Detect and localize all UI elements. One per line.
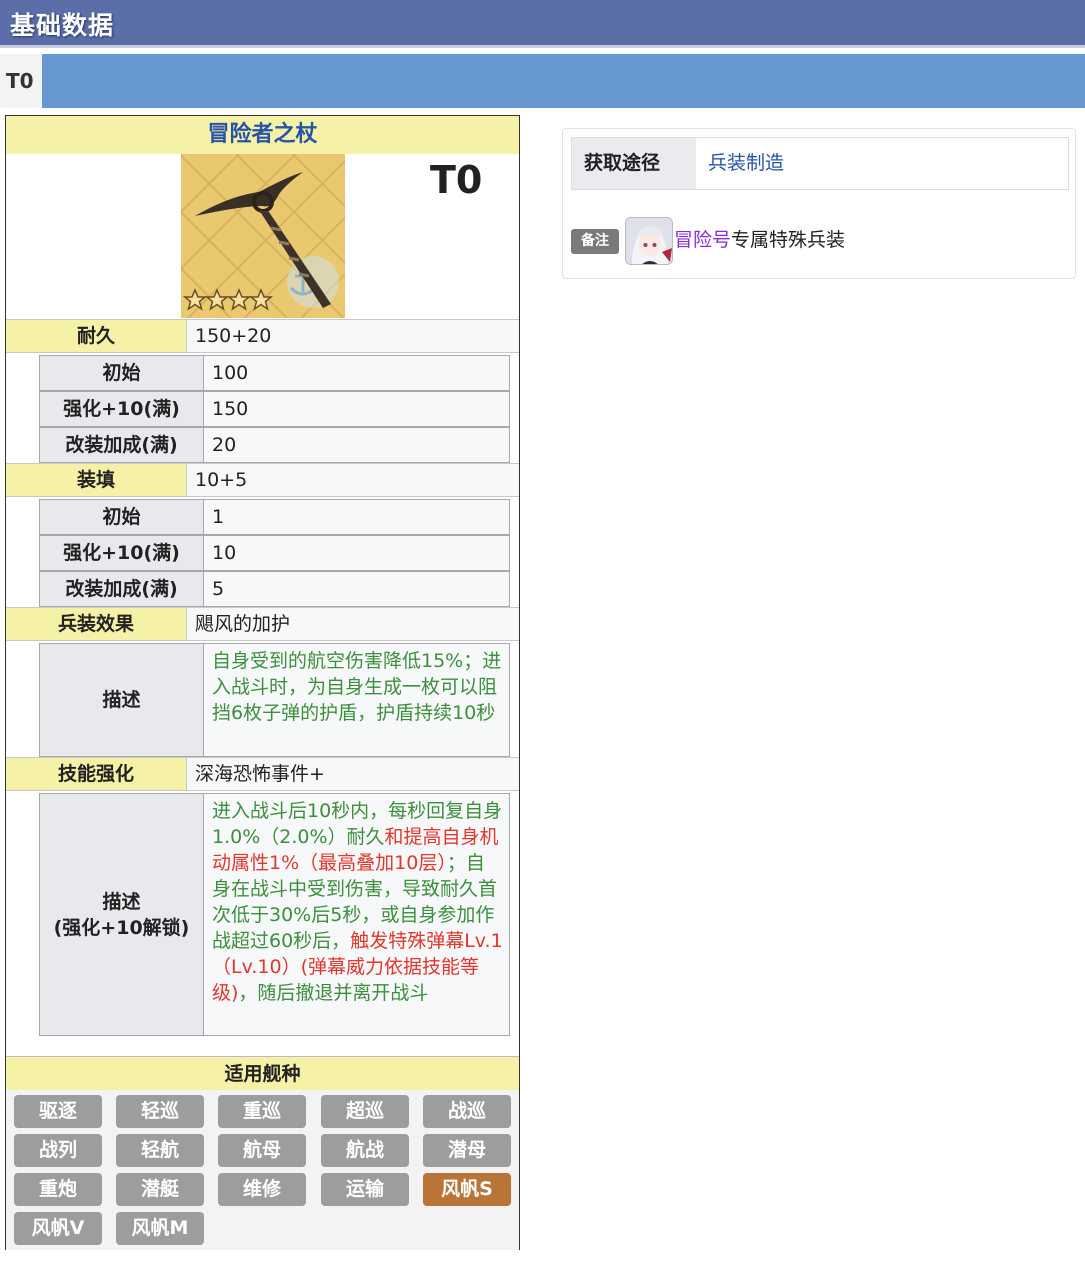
effect-description-label: 描述 xyxy=(40,644,204,756)
acquire-row: 获取途径 兵装制造 xyxy=(571,137,1069,190)
durability-base-value: 100 xyxy=(204,356,509,390)
skill-description-row: 描述 (强化+10解锁) 进入战斗后10秒内，每秒回复自身1.0%（2.0%）耐… xyxy=(39,793,510,1036)
skill-description-label-line1: 描述 xyxy=(102,890,141,913)
acquire-link[interactable]: 兵装制造 xyxy=(696,138,1068,189)
durability-base-row: 初始 100 xyxy=(39,355,510,391)
section-title: 基础数据 xyxy=(10,11,115,40)
rarity-stars-icon xyxy=(183,288,273,311)
skill-label: 技能强化 xyxy=(6,758,186,790)
ship-type-button[interactable]: 风帆V xyxy=(14,1212,102,1245)
durability-value: 150+20 xyxy=(186,320,519,352)
ship-type-button[interactable]: 重巡 xyxy=(218,1095,306,1128)
ship-type-button[interactable]: 轻巡 xyxy=(116,1095,204,1128)
reload-row: 装填 10+5 xyxy=(6,463,519,497)
ship-type-button[interactable]: 潜艇 xyxy=(116,1173,204,1206)
effect-row: 兵装效果 飓风的加护 xyxy=(6,607,519,641)
ship-type-button[interactable]: 战列 xyxy=(14,1134,102,1167)
reload-enhance-value: 10 xyxy=(204,536,509,570)
durability-enhance-row: 强化+10(满) 150 xyxy=(39,391,510,427)
skill-description-text: 进入战斗后10秒内，每秒回复自身1.0%（2.0%）耐久和提高自身机动属性1%（… xyxy=(204,794,509,1035)
tier-bar xyxy=(42,54,1085,108)
reload-mod-row: 改装加成(满) 5 xyxy=(39,571,510,607)
ship-type-button[interactable]: 潜母 xyxy=(423,1134,511,1167)
reload-enhance-row: 强化+10(满) 10 xyxy=(39,535,510,571)
reload-enhance-label: 强化+10(满) xyxy=(40,536,204,570)
skill-description-label: 描述 (强化+10解锁) xyxy=(40,794,204,1035)
ship-type-button[interactable]: 轻航 xyxy=(116,1134,204,1167)
skill-value: 深海恐怖事件+ xyxy=(186,758,519,790)
ship-type-button[interactable]: 重炮 xyxy=(14,1173,102,1206)
equipment-name: 冒险者之杖 xyxy=(6,116,519,154)
ship-type-button[interactable]: 航战 xyxy=(321,1134,409,1167)
reload-label: 装填 xyxy=(6,464,186,496)
ship-type-button-active[interactable]: 风帆S xyxy=(423,1173,511,1206)
durability-base-label: 初始 xyxy=(40,356,204,390)
equipment-image xyxy=(181,154,345,318)
tier-label: T0 xyxy=(6,69,34,93)
equipment-tier: T0 xyxy=(430,158,483,202)
ship-type-button[interactable]: 航母 xyxy=(218,1134,306,1167)
section-header: 基础数据 xyxy=(0,0,1085,48)
character-avatar-icon xyxy=(626,218,672,264)
reload-base-row: 初始 1 xyxy=(39,499,510,535)
ship-avatar[interactable] xyxy=(625,217,673,265)
ship-type-button[interactable]: 超巡 xyxy=(321,1095,409,1128)
durability-label: 耐久 xyxy=(6,320,186,352)
note-badge: 备注 xyxy=(571,229,619,254)
durability-mod-value: 20 xyxy=(204,428,509,462)
equipment-card: 冒险者之杖 T0 耐久 1 50+20 初始 100 强化+10(满) 150 改… xyxy=(5,115,520,1250)
skill-row: 技能强化 深海恐怖事件+ xyxy=(6,757,519,791)
durability-enhance-label: 强化+10(满) xyxy=(40,392,204,426)
ship-type-button[interactable]: 驱逐 xyxy=(14,1095,102,1128)
acquire-label: 获取途径 xyxy=(572,138,696,189)
ship-type-button[interactable]: 战巡 xyxy=(423,1095,511,1128)
acquisition-panel: 获取途径 兵装制造 备注 冒险号专属特殊兵装 xyxy=(562,128,1076,279)
reload-mod-value: 5 xyxy=(204,572,509,606)
note-text: 冒险号专属特殊兵装 xyxy=(674,227,845,253)
durability-mod-label: 改装加成(满) xyxy=(40,428,204,462)
note-suffix: 专属特殊兵装 xyxy=(731,229,846,251)
effect-value: 飓风的加护 xyxy=(186,608,519,640)
reload-mod-label: 改装加成(满) xyxy=(40,572,204,606)
skill-desc-segment-5: ，随后撤退并离开战斗 xyxy=(238,982,429,1004)
durability-mod-row: 改装加成(满) 20 xyxy=(39,427,510,463)
ship-type-button[interactable]: 维修 xyxy=(218,1173,306,1206)
ship-types-header: 适用舰种 xyxy=(6,1056,519,1090)
skill-description-label-line2: (强化+10解锁) xyxy=(53,916,190,939)
ship-type-button[interactable]: 风帆M xyxy=(116,1212,204,1245)
durability-row: 耐久 150+20 xyxy=(6,319,519,353)
reload-base-value: 1 xyxy=(204,500,509,534)
effect-label: 兵装效果 xyxy=(6,608,186,640)
effect-description-text: 自身受到的航空伤害降低15%；进入战斗时，为自身生成一枚可以阻挡6枚子弹的护盾，… xyxy=(204,644,509,756)
reload-value: 10+5 xyxy=(186,464,519,496)
ship-types-grid: 驱逐 轻巡 重巡 超巡 战巡 战列 轻航 航母 航战 潜母 重炮 潜艇 维修 运… xyxy=(6,1090,519,1250)
reload-base-label: 初始 xyxy=(40,500,204,534)
durability-enhance-value: 150 xyxy=(204,392,509,426)
ship-type-button[interactable]: 运输 xyxy=(321,1173,409,1206)
ship-link[interactable]: 冒险号 xyxy=(674,229,731,251)
tier-row: T0 xyxy=(0,54,1085,108)
effect-description-row: 描述 自身受到的航空伤害降低15%；进入战斗时，为自身生成一枚可以阻挡6枚子弹的… xyxy=(39,643,510,757)
